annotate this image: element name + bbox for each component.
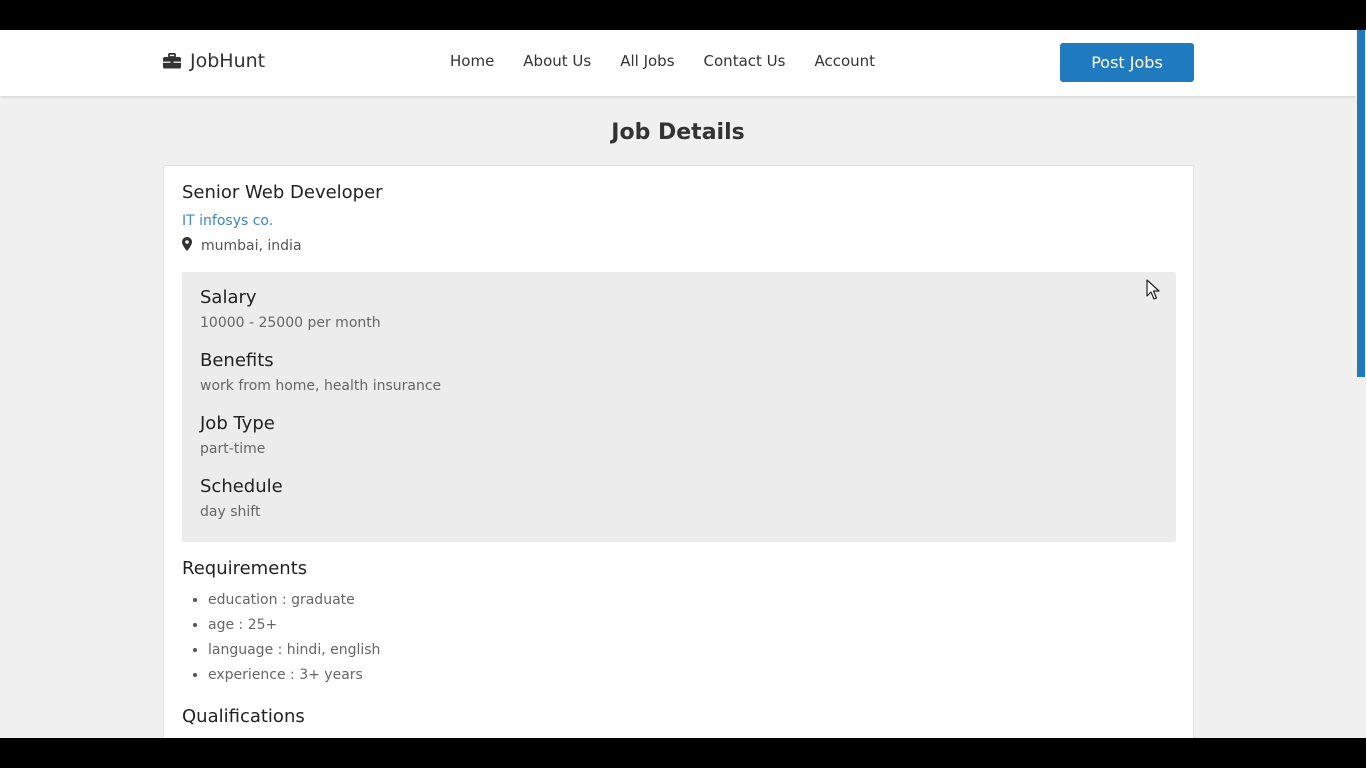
schedule-label: Schedule (200, 476, 283, 497)
list-item: experience : 3+ years (208, 666, 380, 691)
brand-logo[interactable]: JobHunt (163, 50, 265, 72)
browser-viewport: JobHunt Home About Us All Jobs Contact U… (0, 30, 1366, 738)
job-category: IT (182, 213, 195, 229)
salary-value: 10000 - 25000 per month (200, 315, 381, 331)
nav-contact-us[interactable]: Contact Us (704, 52, 786, 70)
main-nav: Home About Us All Jobs Contact Us Accoun… (450, 52, 875, 70)
navbar: JobHunt Home About Us All Jobs Contact U… (0, 30, 1356, 96)
requirements-list: education : graduate age : 25+ language … (208, 591, 380, 691)
brand-name: JobHunt (190, 50, 266, 72)
job-title: Senior Web Developer (182, 182, 383, 203)
job-location: mumbai, india (182, 237, 302, 255)
job-type-label: Job Type (200, 413, 275, 434)
location-text: mumbai, india (201, 238, 302, 254)
nav-all-jobs[interactable]: All Jobs (620, 52, 674, 70)
company-line: IT infosys co. (182, 213, 273, 229)
schedule-value: day shift (200, 504, 261, 520)
nav-account[interactable]: Account (814, 52, 875, 70)
salary-section: Salary 10000 - 25000 per month (200, 287, 381, 331)
schedule-section: Schedule day shift (200, 476, 283, 520)
job-type-section: Job Type part-time (200, 413, 275, 457)
list-item: age : 25+ (208, 616, 380, 641)
requirements-heading: Requirements (182, 558, 308, 579)
nav-home[interactable]: Home (450, 52, 494, 70)
scrollbar-thumb[interactable] (1357, 30, 1365, 377)
job-type-value: part-time (200, 441, 266, 457)
company-name-link[interactable]: infosys co. (199, 213, 273, 229)
scrollbar[interactable] (1356, 30, 1366, 738)
job-info-box: Salary 10000 - 25000 per month Benefits … (182, 272, 1176, 542)
list-item: language : hindi, english (208, 641, 380, 666)
benefits-label: Benefits (200, 350, 274, 371)
post-jobs-button[interactable]: Post Jobs (1060, 43, 1194, 82)
mouse-cursor-icon (1146, 279, 1160, 305)
nav-about-us[interactable]: About Us (523, 52, 591, 70)
job-details-card: Senior Web Developer IT infosys co. mumb… (163, 165, 1194, 738)
qualifications-heading: Qualifications (182, 706, 305, 727)
benefits-section: Benefits work from home, health insuranc… (200, 350, 441, 394)
list-item: education : graduate (208, 591, 380, 616)
briefcase-icon (163, 53, 181, 69)
bottom-letterbox (0, 738, 1366, 768)
top-letterbox (0, 0, 1366, 30)
map-marker-icon (182, 237, 192, 255)
salary-label: Salary (200, 287, 257, 308)
benefits-value: work from home, health insurance (200, 378, 442, 394)
page-title: Job Details (611, 120, 745, 145)
